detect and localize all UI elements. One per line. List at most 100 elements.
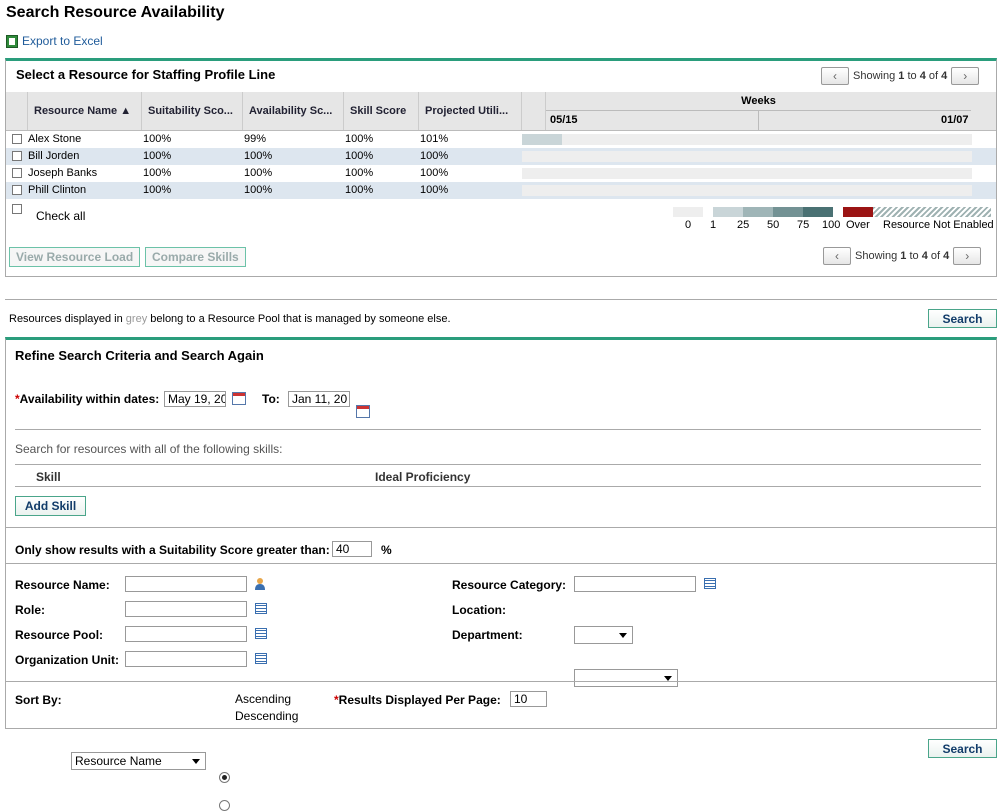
results-panel-title: Select a Resource for Staffing Profile L… <box>16 67 276 82</box>
projected-utilization: 100% <box>420 184 449 196</box>
skill-score: 100% <box>345 133 374 145</box>
row-checkbox[interactable] <box>12 185 22 195</box>
next-page-button[interactable]: › <box>951 67 980 85</box>
divider <box>15 464 981 465</box>
department-select[interactable] <box>574 669 678 687</box>
suitability-score: 100% <box>143 184 172 196</box>
legend-label-100: 100 <box>822 219 841 231</box>
projected-utilization: 100% <box>420 150 449 162</box>
divider <box>15 429 981 430</box>
org-unit-input[interactable] <box>125 651 247 667</box>
list-icon[interactable] <box>255 628 267 639</box>
export-label[interactable]: Export to Excel <box>22 34 103 48</box>
list-icon[interactable] <box>255 603 267 614</box>
legend-label-50: 50 <box>767 219 780 231</box>
legend-swatch-not-enabled <box>873 207 991 217</box>
pager-text: Showing 1 to 4 of 4 <box>853 70 948 82</box>
table-row[interactable]: Joseph Banks 100% 100% 100% 100% <box>6 165 996 182</box>
per-page-input[interactable]: 10 <box>510 691 547 707</box>
calendar-icon[interactable] <box>232 392 246 405</box>
resource-pool-label: Resource Pool: <box>15 628 104 642</box>
skill-score: 100% <box>345 150 374 162</box>
col-skill-score[interactable]: Skill Score <box>344 92 419 130</box>
ascending-label[interactable]: Ascending <box>235 692 291 706</box>
export-to-excel-link[interactable]: Export to Excel <box>6 34 103 48</box>
check-all-checkbox[interactable] <box>12 204 22 214</box>
col-availability[interactable]: Availability Sc... <box>243 92 344 130</box>
week-end: 01/07 <box>941 114 969 126</box>
divider <box>15 486 981 487</box>
prev-page-button[interactable]: ‹ <box>823 247 851 265</box>
row-checkbox[interactable] <box>12 151 22 161</box>
row-checkbox[interactable] <box>12 134 22 144</box>
role-label: Role: <box>15 603 45 617</box>
calendar-icon[interactable] <box>356 405 370 418</box>
sort-by-label: Sort By: <box>15 693 62 707</box>
projected-utilization: 101% <box>420 133 449 145</box>
resource-category-input[interactable] <box>574 576 696 592</box>
col-resource-name[interactable]: Resource Name ▲ <box>28 92 142 130</box>
role-input[interactable] <box>125 601 247 617</box>
from-date-input[interactable]: May 19, 20 <box>164 391 226 407</box>
col-suitability[interactable]: Suitability Sco... <box>142 92 243 130</box>
table-row[interactable]: Alex Stone 100% 99% 100% 101% <box>6 131 996 148</box>
location-label: Location: <box>452 603 506 617</box>
descending-label[interactable]: Descending <box>235 709 298 723</box>
legend-swatch-50 <box>773 207 803 217</box>
search-button-bottom[interactable]: Search <box>928 739 997 758</box>
pager-bottom: ‹ Showing 1 to 4 of 4 › <box>823 247 982 265</box>
col-spacer <box>522 92 546 130</box>
list-icon[interactable] <box>704 578 716 589</box>
availability-score: 100% <box>244 150 273 162</box>
table-row[interactable]: Bill Jorden 100% 100% 100% 100% <box>6 148 996 165</box>
availability-score: 100% <box>244 167 273 179</box>
page-title: Search Resource Availability <box>6 4 225 21</box>
skill-score: 100% <box>345 167 374 179</box>
compare-skills-button[interactable]: Compare Skills <box>145 247 246 267</box>
next-page-button[interactable]: › <box>953 247 982 265</box>
divider <box>6 563 996 564</box>
search-button-top[interactable]: Search <box>928 309 997 328</box>
check-all-label: Check all <box>36 209 86 223</box>
to-date-input[interactable]: Jan 11, 20 <box>288 391 350 407</box>
legend-swatch-1 <box>713 207 743 217</box>
col-projected[interactable]: Projected Utili... <box>419 92 522 130</box>
legend-label-1: 1 <box>710 219 717 231</box>
projected-utilization: 100% <box>420 167 449 179</box>
list-icon[interactable] <box>255 653 267 664</box>
legend-swatch-over <box>843 207 873 217</box>
per-page-label: *Results Displayed Per Page: <box>334 693 501 707</box>
person-icon[interactable] <box>254 577 266 590</box>
ascending-radio[interactable] <box>219 772 230 783</box>
resource-name[interactable]: Joseph Banks <box>28 167 97 179</box>
grid-header: Resource Name ▲ Suitability Sco... Avail… <box>6 92 996 131</box>
resource-name[interactable]: Bill Jorden <box>28 150 79 162</box>
descending-radio[interactable] <box>219 800 230 811</box>
resource-pool-input[interactable] <box>125 626 247 642</box>
divider <box>6 681 996 682</box>
prev-page-button[interactable]: ‹ <box>821 67 849 85</box>
load-bar-fill <box>522 134 562 145</box>
excel-icon <box>6 34 18 48</box>
header-checkbox-col <box>6 92 28 130</box>
add-skill-button[interactable]: Add Skill <box>15 496 86 516</box>
suitability-threshold-input[interactable]: 40 <box>332 541 372 557</box>
divider <box>5 299 997 300</box>
week-divider <box>758 111 759 130</box>
legend-label-25: 25 <box>737 219 750 231</box>
load-bar-track <box>522 134 972 145</box>
row-checkbox[interactable] <box>12 168 22 178</box>
pager-top: ‹ Showing 1 to 4 of 4 › <box>821 67 980 85</box>
resource-name[interactable]: Alex Stone <box>28 133 81 145</box>
location-select[interactable] <box>574 626 633 644</box>
suitability-score: 100% <box>143 133 172 145</box>
legend-swatch-25 <box>743 207 773 217</box>
week-start: 05/15 <box>550 114 578 126</box>
sort-by-select[interactable]: Resource Name <box>71 752 206 770</box>
to-label: To: <box>262 392 280 406</box>
resource-name-input[interactable] <box>125 576 247 592</box>
divider <box>6 527 996 528</box>
view-resource-load-button[interactable]: View Resource Load <box>9 247 141 267</box>
resource-name[interactable]: Phill Clinton <box>28 184 86 196</box>
table-row[interactable]: Phill Clinton 100% 100% 100% 100% <box>6 182 996 199</box>
